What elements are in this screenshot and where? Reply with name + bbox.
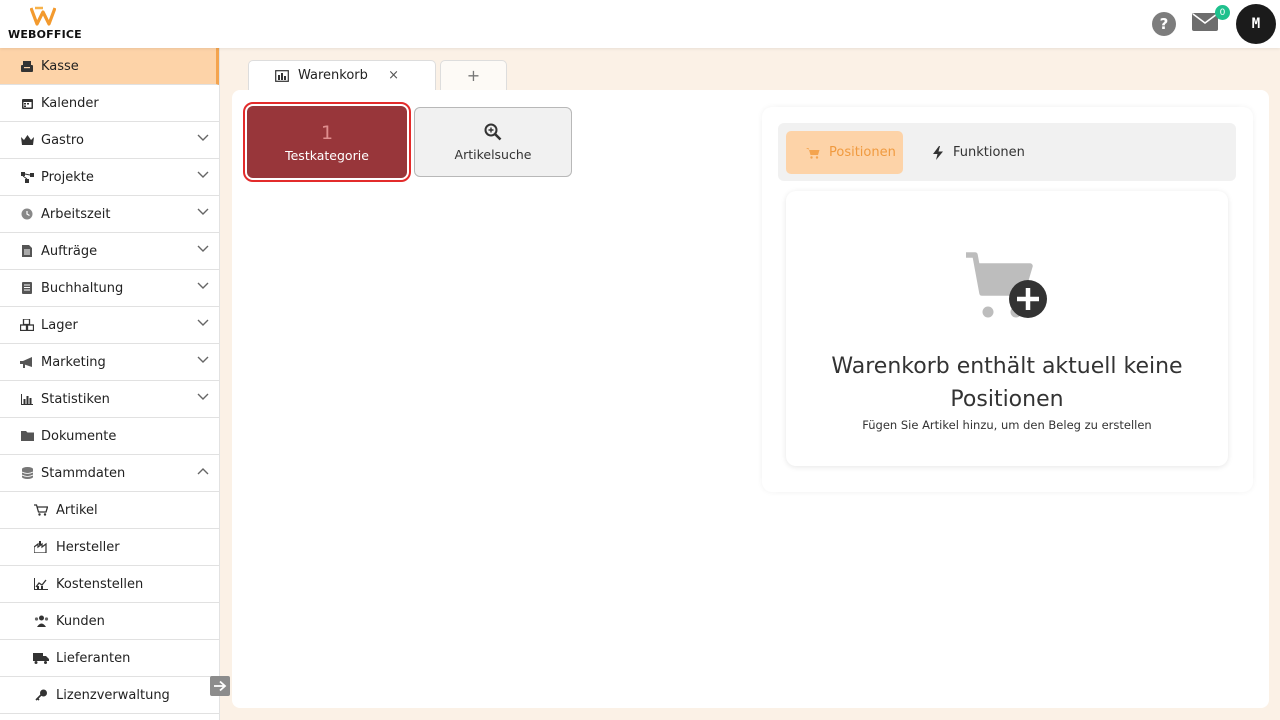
sidebar-subitem-label: Hersteller [56,539,120,555]
register-icon [20,59,34,73]
cart-add-icon [966,252,1047,318]
clock-icon [20,207,34,221]
sidebar-subitem-label: Lizenzverwaltung [56,687,170,703]
tab-warenkorb[interactable]: Warenkorb × [248,60,436,90]
mail-button[interactable]: 0 [1192,5,1230,36]
sidebar-item-label: Dokumente [41,428,117,444]
sidebar-subitem-label: Artikel [56,502,98,518]
sidebar-item-buchhaltung[interactable]: Buchhaltung [0,270,219,307]
tab-positionen[interactable]: Positionen [786,131,903,174]
sidebar-item-arbeitszeit[interactable]: Arbeitszeit [0,196,219,233]
sidebar-item-label: Statistiken [41,391,110,407]
sidebar-subitem-hersteller[interactable]: Hersteller [0,529,219,566]
tab-funktionen-label: Funktionen [953,145,1025,160]
sidebar-subitem-label: Kostenstellen [56,576,144,592]
chevron-down-icon[interactable] [197,171,209,179]
cost-chart-icon [33,577,49,591]
calendar-icon [20,96,34,110]
sidebar-item-label: Lager [41,317,78,333]
logo-mark-icon [30,6,56,26]
mail-icon [1192,13,1218,31]
cart-icon [806,147,820,159]
tab-funktionen[interactable]: Funktionen [912,131,1042,174]
article-search-label: Artikelsuche [454,146,532,162]
sidebar-item-stammdaten[interactable]: Stammdaten [0,455,219,492]
tab-positionen-label: Positionen [829,145,896,160]
sidebar-item-label: Kasse [41,58,79,74]
sidebar-item-marketing[interactable]: Marketing [0,344,219,381]
sidebar-subitem-lizenzverwaltung[interactable]: Lizenzverwaltung [0,677,219,714]
document-icon [20,244,34,258]
sidebar-item-label: Arbeitszeit [41,206,111,222]
tab-add-button[interactable]: + [440,60,507,90]
sidebar-item-dokumente[interactable]: Dokumente [0,418,219,455]
ledger-icon [20,281,34,295]
help-icon[interactable]: ? [1152,12,1176,36]
sidebar: Kasse Kalender Gastro Projekte Arbeitsze… [0,48,220,720]
lightning-icon [933,145,943,160]
sidebar-item-label: Aufträge [41,243,98,259]
sidebar-item-label: Gastro [41,132,84,148]
chart-icon [20,392,34,406]
sidebar-item-label: Stammdaten [41,465,126,481]
project-icon [20,170,34,184]
chevron-down-icon[interactable] [197,134,209,142]
logo-text: WEBOFFICE [8,28,82,41]
cart-icon [33,503,49,517]
sidebar-subitem-artikel[interactable]: Artikel [0,492,219,529]
empty-cart-title: Warenkorb enthält aktuell keine Position… [831,354,1183,412]
sidebar-item-label: Kalender [41,95,99,111]
chevron-down-icon[interactable] [197,356,209,364]
tab-close-icon[interactable]: × [388,68,399,83]
sidebar-item-label: Projekte [41,169,94,185]
sidebar-item-gastro[interactable]: Gastro [0,122,219,159]
article-search-button[interactable]: Artikelsuche [414,107,572,177]
sidebar-item-label: Marketing [41,354,106,370]
database-icon [20,466,34,480]
category-label: Testkategorie [285,147,369,163]
sidebar-item-lager[interactable]: Lager [0,307,219,344]
sidebar-item-label: Buchhaltung [41,280,124,296]
chevron-down-icon[interactable] [197,208,209,216]
megaphone-icon [20,355,34,369]
chart-board-icon [275,69,289,82]
sidebar-item-statistiken[interactable]: Statistiken [0,381,219,418]
mail-count-badge: 0 [1215,5,1230,20]
sidebar-item-kasse[interactable]: Kasse [0,48,219,85]
sidebar-subitem-kostenstellen[interactable]: Kostenstellen [0,566,219,603]
sidebar-item-projekte[interactable]: Projekte [0,159,219,196]
chevron-down-icon[interactable] [197,319,209,327]
sidebar-subitem-kunden[interactable]: Kunden [0,603,219,640]
chevron-up-icon[interactable] [197,467,209,475]
sidebar-collapse-button[interactable] [210,676,230,696]
users-icon [33,614,49,628]
user-avatar[interactable]: M [1236,4,1276,44]
chevron-down-icon[interactable] [197,245,209,253]
sidebar-subitem-label: Lieferanten [56,650,131,666]
truck-icon [33,651,49,665]
empty-cart-subtitle: Fügen Sie Artikel hinzu, um den Beleg zu… [862,418,1152,432]
chevron-down-icon[interactable] [197,393,209,401]
sidebar-subitem-label: Kunden [56,613,105,629]
key-icon [33,688,49,702]
sidebar-item-auftraege[interactable]: Aufträge [0,233,219,270]
factory-icon [33,540,49,554]
folder-icon [20,429,34,443]
arrow-right-icon [214,680,227,692]
chevron-down-icon[interactable] [197,282,209,290]
top-header: WEBOFFICE ? 0 M [0,0,1280,48]
category-button-testkategorie[interactable]: 1 Testkategorie [243,102,411,182]
tab-label: Warenkorb [298,68,368,83]
weboffice-logo[interactable]: WEBOFFICE [8,6,82,42]
crown-icon [20,133,34,147]
sidebar-item-kalender[interactable]: Kalender [0,85,219,122]
category-count: 1 [320,121,334,144]
zoom-in-icon [484,123,502,140]
boxes-icon [20,318,34,332]
sidebar-subitem-lieferanten[interactable]: Lieferanten [0,640,219,677]
